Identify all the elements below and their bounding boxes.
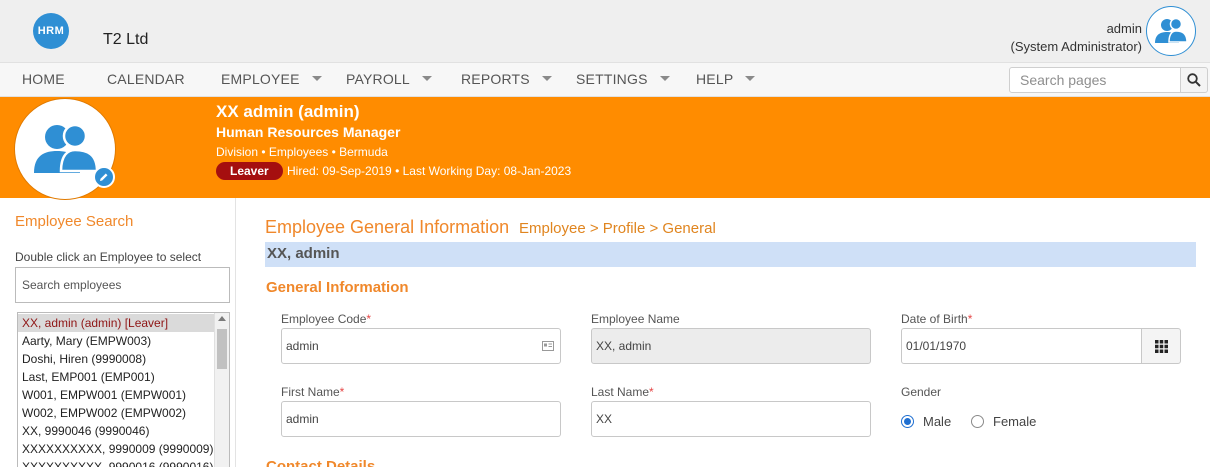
employee-list-item[interactable]: XXXXXXXXXX, 9990009 (9990009) [22,440,214,458]
nav-label: HOME [22,71,65,87]
pencil-icon [100,173,108,181]
gender-female-label[interactable]: Female [993,414,1036,429]
calendar-picker-button[interactable] [1141,328,1181,364]
last-name-value: XX [596,412,613,426]
nav-label: PAYROLL [346,71,410,87]
search-button[interactable] [1180,67,1208,93]
general-information-title: General Information [266,279,409,296]
employee-code-label: Employee Code* [281,312,371,326]
id-card-glyph [542,341,554,351]
search-icon [1187,73,1201,87]
employee-list-item[interactable]: XXXXXXXXXX, 9990016 (9990016) [22,458,214,467]
nav-label: SETTINGS [576,71,648,87]
breadcrumb: Employee > Profile > General [519,220,716,237]
list-scrollbar[interactable] [214,313,229,467]
scroll-thumb[interactable] [217,329,227,369]
gender-label: Gender [901,385,942,399]
top-bar: HRM T2 Ltd admin (System Administrator) [0,0,1210,62]
edit-photo-button[interactable] [93,166,115,188]
employee-name-bar-text: XX, admin [267,245,340,262]
employee-search-hint: Double click an Employee to select [15,250,202,264]
employee-name-heading: XX admin (admin) [216,102,360,121]
date-of-birth-label: Date of Birth* [901,312,972,326]
gender-male-label[interactable]: Male [923,414,951,429]
nav-employee[interactable]: EMPLOYEE [221,63,322,96]
required-marker: * [366,312,372,326]
employee-org-path: Division • Employees • Bermuda [216,145,388,159]
nav-label: CALENDAR [107,71,185,87]
employee-name-label: Employee Name [591,312,680,326]
employee-search-panel: Employee Search Double click an Employee… [0,198,236,467]
employee-list-item[interactable]: Last, EMP001 (EMP001) [22,368,214,386]
employee-list-item[interactable]: XX, 9990046 (9990046) [22,422,214,440]
users-icon [34,123,99,173]
label-text: Date of Birth [901,312,968,326]
label-text: First Name [281,385,340,399]
gender-female-radio[interactable] [971,415,984,428]
scroll-up-arrow-icon[interactable] [218,316,226,321]
nav-help[interactable]: HELP [696,63,756,96]
employee-list-item[interactable]: W002, EMPW002 (EMPW002) [22,404,214,422]
caret-down-icon [659,75,670,81]
nav-reports[interactable]: REPORTS [461,63,552,96]
nav-payroll[interactable]: PAYROLL [346,63,432,96]
nav-calendar[interactable]: CALENDAR [107,63,185,96]
first-name-label: First Name* [281,385,344,399]
caret-down-icon [541,75,552,81]
contact-details-title: Contact Details [266,458,376,467]
nav-label: EMPLOYEE [221,71,300,87]
user-role: (System Administrator) [1010,39,1142,54]
employee-code-field[interactable]: admin [281,328,561,364]
employee-dates: Hired: 09-Sep-2019 • Last Working Day: 0… [287,164,572,178]
required-marker: * [339,385,345,399]
user-name[interactable]: admin [1107,21,1142,36]
employee-name-value: XX, admin [596,339,652,353]
main-nav: HOME CALENDAR EMPLOYEE PAYROLL REPORTS S… [0,62,1210,97]
employee-list-item[interactable]: Aarty, Mary (EMPW003) [22,332,214,350]
employee-list[interactable]: XX, admin (admin) [Leaver] Aarty, Mary (… [17,312,230,467]
nav-label: REPORTS [461,71,530,87]
employee-list-item[interactable]: Doshi, Hiren (9990008) [22,350,214,368]
last-name-field[interactable]: XX [591,401,871,437]
employee-name-field: XX, admin [591,328,871,364]
date-of-birth-value: 01/01/1970 [906,339,967,353]
company-name: T2 Ltd [103,31,149,48]
nav-home[interactable]: HOME [22,63,65,96]
employee-code-value: admin [286,339,319,353]
first-name-value: admin [286,412,319,426]
employee-search-title: Employee Search [15,213,134,230]
users-icon [1155,17,1188,43]
required-marker: * [649,385,654,399]
employee-list-item[interactable]: W001, EMPW001 (EMPW001) [22,386,214,404]
employee-banner: XX admin (admin) Human Resources Manager… [0,97,1210,199]
search-pages-input[interactable] [1009,67,1181,93]
employee-job-title: Human Resources Manager [216,124,401,140]
id-card-icon[interactable] [541,339,555,353]
app-root: HRM T2 Ltd admin (System Administrator) … [0,0,1210,467]
gender-male-radio[interactable] [901,415,914,428]
hrm-logo[interactable]: HRM [33,13,69,49]
date-of-birth-field[interactable]: 01/01/1970 [901,328,1142,364]
status-badge: Leaver [216,162,283,180]
caret-down-icon [745,75,756,81]
caret-down-icon [421,75,432,81]
page-title: Employee General Information [265,217,510,237]
employee-search-input[interactable] [15,267,230,303]
employee-name-bar: XX, admin [265,242,1196,267]
required-marker: * [967,312,973,326]
user-avatar[interactable] [1146,6,1196,56]
employee-list-item[interactable]: XX, admin (admin) [Leaver] [18,314,214,332]
calendar-grid-icon [1154,339,1168,353]
nav-label: HELP [696,71,734,87]
last-name-label: Last Name* [591,385,654,399]
caret-down-icon [311,75,322,81]
label-text: Last Name [591,385,650,399]
nav-settings[interactable]: SETTINGS [576,63,670,96]
first-name-field[interactable]: admin [281,401,561,437]
label-text: Employee Code [281,312,367,326]
